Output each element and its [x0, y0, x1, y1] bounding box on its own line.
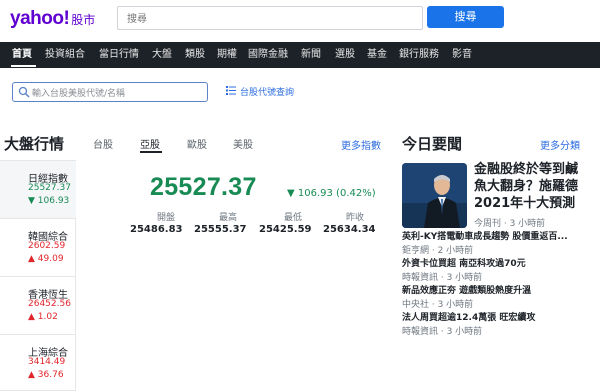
search-input[interactable]	[118, 8, 422, 31]
code-query-link[interactable]: 台股代號查詢	[226, 85, 294, 98]
tab-active-indicator	[140, 151, 162, 153]
nav-active-indicator	[11, 65, 36, 67]
index-change: ▼ 106.93	[28, 196, 69, 206]
stat-open-value: 25486.83	[130, 224, 183, 235]
news-item-source: 中央社 · 3 小時前	[402, 300, 474, 310]
search-button[interactable]: 搜尋	[427, 6, 504, 28]
stat-prev-close-label: 昨收	[346, 213, 365, 223]
nav-item-banking[interactable]: 銀行服務	[399, 42, 439, 68]
nav-item-market[interactable]: 大盤	[152, 42, 172, 68]
index-item-shanghai[interactable]: 上海綜合 3414.49 ▲ 36.76	[0, 335, 76, 391]
stock-search-field[interactable]: 輸入台股美股代號/名稱	[12, 82, 208, 102]
nav-item-daily-quotes[interactable]: 當日行情	[99, 42, 139, 68]
tab-us[interactable]: 美股	[233, 136, 253, 151]
tab-taiwan[interactable]: 台股	[93, 136, 113, 151]
index-value: 2602.59	[28, 241, 66, 251]
person-photo-icon	[402, 163, 467, 228]
nav-item-video[interactable]: 影音	[452, 42, 472, 68]
index-item-kospi[interactable]: 韓國綜合 2602.59 ▲ 49.09	[0, 219, 76, 277]
index-value: 25527.37	[28, 183, 71, 193]
down-arrow-icon: ▼	[287, 188, 295, 199]
index-item-hangseng[interactable]: 香港恆生 26452.56 ▲ 1.02	[0, 277, 76, 335]
news-headline[interactable]: 金融股終於等到鹹 魚大翻身？施羅德 2021年十大預測	[474, 161, 594, 212]
logo-sub: 股市	[71, 13, 96, 27]
up-arrow-icon: ▲	[28, 254, 35, 264]
nav-item-news[interactable]: 新聞	[301, 42, 321, 68]
headline-line: 魚大翻身？施羅德	[474, 179, 579, 194]
news-title: 今日要聞	[402, 135, 463, 153]
headline-line: 2021年十大預測	[474, 196, 576, 211]
stat-high-label: 最高	[219, 213, 238, 223]
main-nav: 首頁 投資組合 當日行情 大盤 類股 期權 國際金融 新聞 選股 基金 銀行服務…	[0, 42, 600, 68]
down-arrow-icon: ▼	[28, 196, 35, 206]
selected-index-value: 25527.37	[150, 173, 257, 201]
index-list: 日經指數 25527.37 ▼ 106.93 韓國綜合 2602.59 ▲ 49…	[0, 160, 76, 391]
nav-item-sectors[interactable]: 類股	[185, 42, 205, 68]
news-thumbnail[interactable]	[402, 163, 467, 228]
index-change-value: 1.02	[37, 312, 58, 322]
stat-high-value: 25555.37	[194, 224, 247, 235]
nav-item-funds[interactable]: 基金	[367, 42, 387, 68]
index-value: 26452.56	[28, 299, 71, 309]
news-item-link[interactable]: 外資卡位買超 南亞科攻過70元	[402, 256, 526, 269]
news-item-source: 鉅亨網 · 2 小時前	[402, 246, 474, 256]
stat-low-value: 25425.59	[259, 224, 312, 235]
index-change-value: 36.76	[37, 370, 64, 380]
nav-item-options[interactable]: 期權	[217, 42, 237, 68]
market-title: 大盤行情	[4, 135, 65, 153]
logo-text: yahoo!	[10, 8, 70, 29]
nav-item-portfolio[interactable]: 投資組合	[45, 42, 85, 68]
index-change-value: 49.09	[37, 254, 64, 264]
stat-open-label: 開盤	[157, 213, 176, 223]
index-change: ▲ 49.09	[28, 254, 64, 264]
nav-item-intl-finance[interactable]: 國際金融	[248, 42, 288, 68]
stat-low-label: 最低	[284, 213, 303, 223]
more-categories-link[interactable]: 更多分類	[540, 137, 580, 152]
up-arrow-icon: ▲	[28, 370, 35, 380]
tab-europe[interactable]: 歐股	[187, 136, 207, 151]
index-change: ▲ 1.02	[28, 312, 58, 322]
news-item-link[interactable]: 新品效應正夯 遊戲類股熱度升溫	[402, 283, 531, 296]
selected-index-change: ▼ 106.93 (0.42%)	[287, 188, 376, 199]
yahoo-logo[interactable]: yahoo! 股市	[10, 8, 95, 30]
search-box[interactable]	[117, 6, 423, 31]
index-item-nikkei[interactable]: 日經指數 25527.37 ▼ 106.93	[0, 161, 76, 219]
news-item-link[interactable]: 英利-KY搭電動車成長趨勢 股價重返百...	[402, 229, 568, 242]
headline-source: 今周刊 · 3 小時前	[474, 219, 546, 229]
list-icon	[226, 86, 236, 95]
up-arrow-icon: ▲	[28, 312, 35, 322]
stock-search-placeholder: 輸入台股美股代號/名稱	[32, 89, 126, 99]
search-icon	[18, 86, 30, 98]
nav-item-screener[interactable]: 選股	[335, 42, 355, 68]
news-item-source: 時報資訊 · 3 小時前	[402, 273, 483, 283]
news-item-link[interactable]: 法人周買超逾12.4萬張 旺宏續攻	[402, 310, 535, 323]
stat-prev-close-value: 25634.34	[323, 224, 376, 235]
top-header: yahoo! 股市 搜尋	[0, 0, 600, 40]
headline-line: 金融股終於等到鹹	[474, 162, 579, 177]
news-item-source: 時報資訊 · 3 小時前	[402, 327, 483, 337]
index-value: 3414.49	[28, 357, 66, 367]
code-query-label: 台股代號查詢	[240, 88, 295, 98]
index-change: ▲ 36.76	[28, 370, 64, 380]
tab-asia[interactable]: 亞股	[140, 136, 160, 151]
selected-index-change-value: 106.93 (0.42%)	[297, 188, 376, 199]
index-change-value: 106.93	[37, 196, 70, 206]
more-indices-link[interactable]: 更多指數	[341, 137, 381, 152]
